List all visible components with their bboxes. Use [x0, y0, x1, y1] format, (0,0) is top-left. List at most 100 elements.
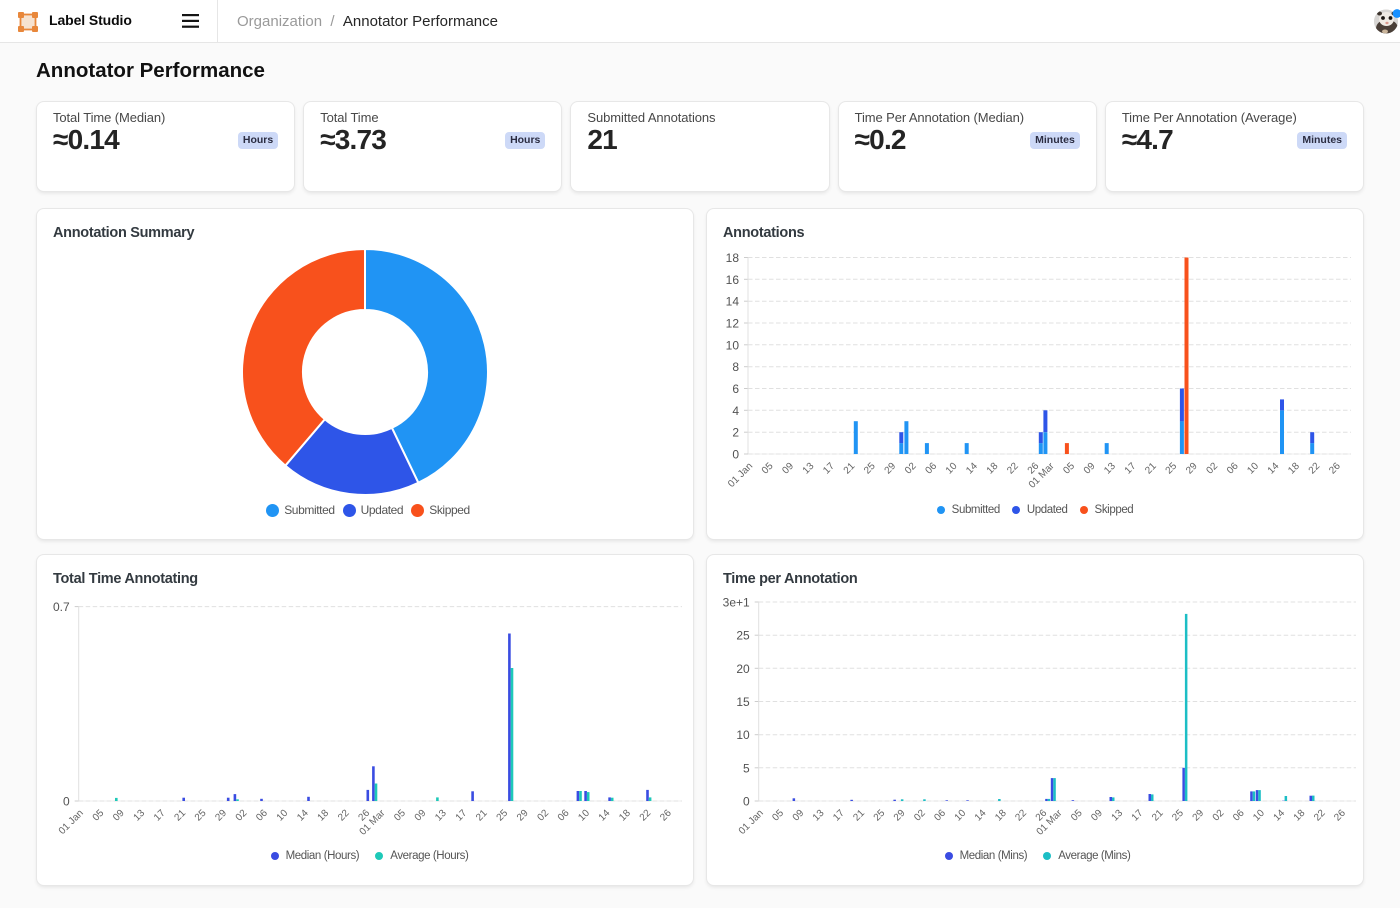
svg-text:10: 10: [1245, 461, 1261, 477]
svg-text:29: 29: [515, 808, 531, 824]
svg-text:14: 14: [726, 295, 740, 309]
svg-text:09: 09: [780, 461, 796, 477]
svg-text:16: 16: [726, 273, 740, 287]
svg-text:22: 22: [336, 808, 352, 824]
svg-text:05: 05: [770, 808, 786, 824]
svg-text:06: 06: [923, 461, 939, 477]
svg-text:14: 14: [1266, 461, 1282, 477]
svg-text:09: 09: [1089, 808, 1105, 824]
svg-text:21: 21: [1150, 808, 1166, 824]
svg-text:10: 10: [1251, 808, 1267, 824]
svg-text:0.7: 0.7: [53, 600, 70, 614]
svg-text:06: 06: [1231, 808, 1247, 824]
svg-text:17: 17: [1130, 808, 1146, 824]
svg-text:05: 05: [1061, 461, 1077, 477]
svg-text:17: 17: [821, 461, 837, 477]
svg-text:21: 21: [474, 808, 490, 824]
svg-text:25: 25: [1164, 461, 1180, 477]
svg-text:18: 18: [726, 251, 740, 265]
svg-text:5: 5: [743, 761, 750, 775]
svg-text:09: 09: [111, 808, 127, 824]
svg-text:06: 06: [556, 808, 572, 824]
svg-text:13: 13: [1110, 808, 1126, 824]
svg-text:21: 21: [842, 461, 858, 477]
svg-text:13: 13: [1102, 461, 1118, 477]
svg-text:02: 02: [912, 808, 928, 824]
svg-text:29: 29: [1184, 461, 1200, 477]
svg-text:09: 09: [791, 808, 807, 824]
svg-text:05: 05: [392, 808, 408, 824]
svg-text:10: 10: [275, 808, 291, 824]
svg-text:22: 22: [1013, 808, 1029, 824]
svg-text:02: 02: [903, 461, 919, 477]
svg-text:29: 29: [213, 808, 229, 824]
svg-text:21: 21: [172, 808, 188, 824]
svg-text:14: 14: [1272, 808, 1288, 824]
svg-text:02: 02: [1204, 461, 1220, 477]
svg-text:26: 26: [658, 808, 674, 824]
svg-text:17: 17: [831, 808, 847, 824]
svg-text:13: 13: [811, 808, 827, 824]
svg-text:14: 14: [973, 808, 989, 824]
svg-text:2: 2: [732, 426, 739, 440]
svg-text:06: 06: [1225, 461, 1241, 477]
svg-text:18: 18: [617, 808, 633, 824]
svg-text:22: 22: [638, 808, 654, 824]
svg-text:06: 06: [932, 808, 948, 824]
svg-text:14: 14: [964, 461, 980, 477]
svg-text:12: 12: [726, 317, 740, 331]
svg-text:10: 10: [953, 808, 969, 824]
svg-text:18: 18: [316, 808, 332, 824]
svg-text:17: 17: [152, 808, 168, 824]
svg-text:0: 0: [732, 448, 739, 462]
svg-text:0: 0: [743, 795, 750, 809]
svg-text:4: 4: [732, 404, 739, 418]
svg-text:17: 17: [454, 808, 470, 824]
svg-text:14: 14: [295, 808, 311, 824]
svg-text:25: 25: [193, 808, 209, 824]
svg-text:18: 18: [1292, 808, 1308, 824]
svg-text:02: 02: [1211, 808, 1227, 824]
svg-text:02: 02: [535, 808, 551, 824]
svg-text:13: 13: [801, 461, 817, 477]
svg-text:14: 14: [597, 808, 613, 824]
svg-text:22: 22: [1307, 461, 1323, 477]
svg-text:09: 09: [1082, 461, 1098, 477]
svg-text:02: 02: [234, 808, 250, 824]
svg-text:05: 05: [91, 808, 107, 824]
svg-text:3e+1: 3e+1: [723, 596, 750, 610]
svg-text:29: 29: [1191, 808, 1207, 824]
svg-text:15: 15: [736, 695, 750, 709]
svg-text:13: 13: [433, 808, 449, 824]
svg-text:29: 29: [883, 461, 899, 477]
svg-text:10: 10: [726, 338, 740, 352]
svg-text:22: 22: [1005, 461, 1021, 477]
svg-text:01 Jan: 01 Jan: [726, 461, 755, 490]
svg-text:06: 06: [254, 808, 270, 824]
svg-text:6: 6: [732, 382, 739, 396]
svg-text:10: 10: [576, 808, 592, 824]
svg-text:25: 25: [736, 629, 750, 643]
svg-text:26: 26: [1332, 808, 1348, 824]
svg-text:09: 09: [413, 808, 429, 824]
svg-text:25: 25: [872, 808, 888, 824]
svg-text:25: 25: [1170, 808, 1186, 824]
svg-text:20: 20: [736, 662, 750, 676]
svg-text:21: 21: [1143, 461, 1159, 477]
svg-text:05: 05: [760, 461, 776, 477]
svg-text:10: 10: [944, 461, 960, 477]
svg-text:13: 13: [132, 808, 148, 824]
svg-text:29: 29: [892, 808, 908, 824]
svg-text:21: 21: [851, 808, 867, 824]
svg-text:01 Jan: 01 Jan: [57, 808, 86, 837]
svg-text:18: 18: [985, 461, 1001, 477]
svg-text:8: 8: [732, 360, 739, 374]
svg-text:10: 10: [736, 728, 750, 742]
svg-text:18: 18: [1286, 461, 1302, 477]
svg-text:25: 25: [495, 808, 511, 824]
svg-text:0: 0: [63, 795, 70, 809]
svg-text:17: 17: [1123, 461, 1139, 477]
svg-text:26: 26: [1327, 461, 1343, 477]
svg-text:18: 18: [993, 808, 1009, 824]
svg-text:01 Jan: 01 Jan: [737, 808, 766, 837]
